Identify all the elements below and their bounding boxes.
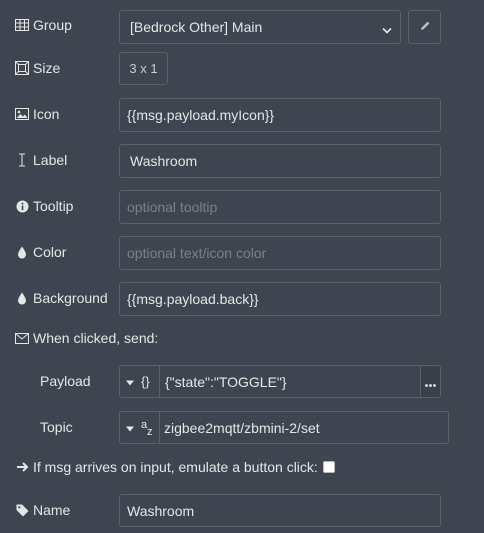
- info-icon: [14, 198, 30, 214]
- size-icon: [14, 60, 30, 76]
- table-icon: [14, 17, 30, 33]
- color-label: Color: [14, 243, 66, 261]
- tint-icon: [14, 244, 30, 260]
- ellipsis-icon: [425, 374, 436, 390]
- tooltip-input[interactable]: optional tooltip: [119, 190, 441, 224]
- topic-label: Topic: [40, 419, 73, 435]
- payload-value: {"state":"TOGGLE"}: [165, 373, 287, 390]
- payload-expand-button[interactable]: [420, 366, 440, 397]
- when-clicked-label: When clicked, send:: [14, 329, 158, 347]
- name-input[interactable]: Washroom: [119, 494, 441, 527]
- tooltip-label: Tooltip: [14, 197, 73, 215]
- color-input[interactable]: optional text/icon color: [119, 236, 441, 270]
- chevron-down-icon: [382, 22, 392, 38]
- background-input[interactable]: {{msg.payload.back}}: [119, 282, 441, 316]
- topic-type-selector[interactable]: a z: [120, 412, 160, 443]
- envelope-icon: [14, 330, 30, 346]
- json-type-icon: {}: [141, 374, 150, 389]
- payload-label: Payload: [40, 373, 91, 389]
- tag-icon: [14, 502, 30, 518]
- group-select[interactable]: [Bedrock Other] Main: [119, 10, 401, 44]
- edit-group-button[interactable]: [408, 10, 441, 44]
- label-label: Label: [14, 151, 67, 169]
- picture-icon: [14, 106, 30, 122]
- topic-value: zigbee2mqtt/zbmini-2/set: [164, 419, 320, 436]
- label-input[interactable]: Washroom: [119, 144, 441, 178]
- emulate-checkbox[interactable]: [322, 461, 335, 473]
- emulate-label: If msg arrives on input, emulate a butto…: [14, 458, 335, 476]
- tint-icon: [14, 290, 30, 306]
- payload-typed-input[interactable]: {} {"state":"TOGGLE"}: [119, 365, 441, 398]
- pencil-icon: [419, 19, 431, 35]
- group-label: Group: [14, 16, 72, 34]
- i-cursor-icon: [14, 152, 30, 168]
- group-select-value: [Bedrock Other] Main: [130, 19, 263, 35]
- background-label: Background: [14, 289, 108, 307]
- name-label: Name: [14, 501, 70, 519]
- topic-typed-input[interactable]: a z zigbee2mqtt/zbmini-2/set: [119, 411, 449, 444]
- arrow-right-icon: [14, 459, 30, 475]
- caret-down-icon: [126, 420, 134, 435]
- string-type-icon: a z: [141, 418, 153, 438]
- size-button[interactable]: 3 x 1: [119, 52, 168, 85]
- icon-label: Icon: [14, 105, 59, 123]
- caret-down-icon: [126, 374, 134, 389]
- size-label: Size: [14, 59, 60, 77]
- icon-input[interactable]: {{msg.payload.myIcon}}: [119, 98, 441, 132]
- payload-type-selector[interactable]: {}: [120, 366, 160, 397]
